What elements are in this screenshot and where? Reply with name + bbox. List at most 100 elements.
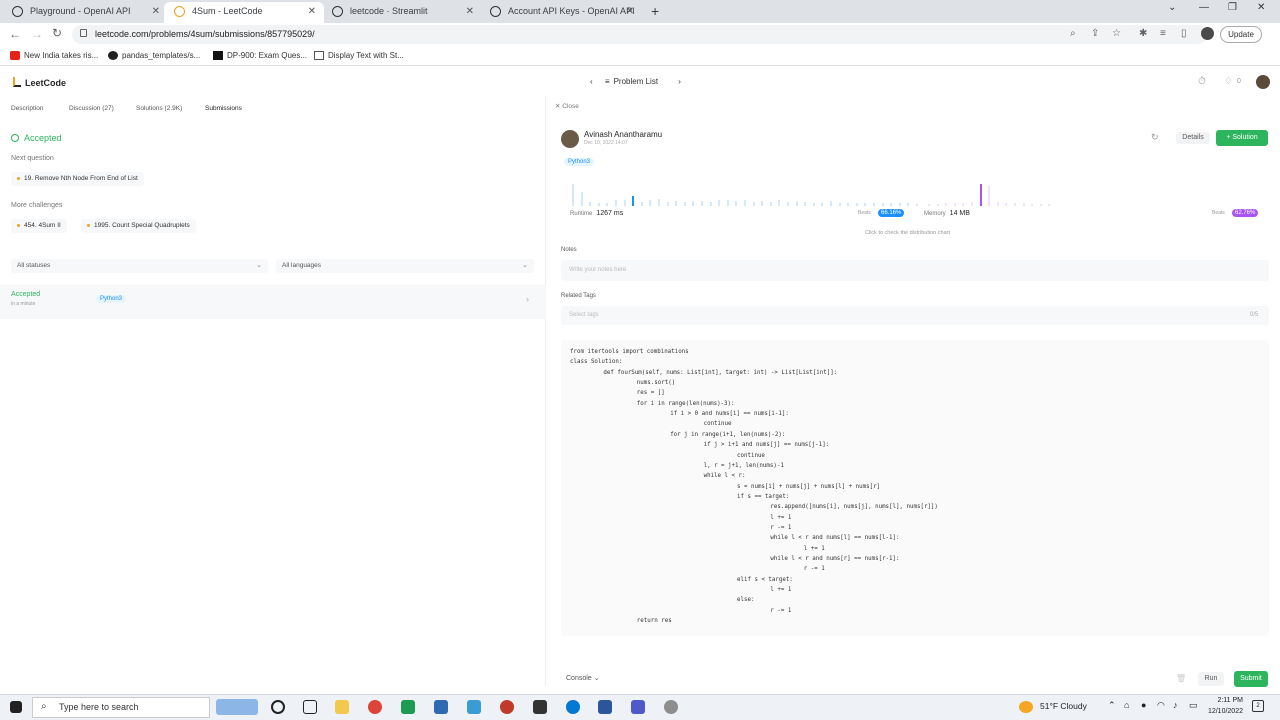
app-icon[interactable] — [467, 700, 481, 714]
exam-icon — [213, 51, 223, 60]
update-button[interactable]: Update — [1220, 26, 1262, 43]
network-icon[interactable]: ⌂ — [1124, 700, 1129, 710]
reload-icon[interactable]: ↻ — [52, 26, 62, 40]
calculator-icon[interactable] — [434, 700, 448, 714]
extensions-icon[interactable]: ✱ — [1139, 28, 1147, 39]
memory-bar — [996, 202, 999, 206]
close-icon[interactable]: ✕ — [466, 2, 474, 21]
wifi-icon[interactable]: ◠ — [1157, 700, 1165, 711]
close-label: Close — [562, 103, 579, 110]
close-window-icon[interactable]: ✕ — [1257, 2, 1265, 13]
minimize-icon[interactable]: — — [1199, 2, 1209, 13]
user-name[interactable]: Avinash Anantharamu — [584, 130, 662, 139]
next-problem-icon[interactable]: › — [678, 77, 681, 86]
trash-icon[interactable]: 🗑 — [1176, 674, 1186, 683]
tab-discussion[interactable]: Discussion (27) — [69, 105, 114, 112]
chevron-down-icon[interactable]: ⌄ — [1168, 2, 1176, 13]
refresh-icon[interactable]: ↻ — [1151, 132, 1159, 143]
challenge-chip[interactable]: 454. 4Sum II — [11, 219, 67, 233]
bookmark-item[interactable]: Display Text with St... — [314, 51, 404, 60]
status-filter[interactable]: All statuses ⌄ — [11, 259, 268, 273]
submission-row[interactable]: Accepted in a minute Python3 › — [0, 285, 546, 319]
runtime-bar — [580, 192, 583, 206]
teams-icon[interactable] — [631, 700, 645, 714]
terminal-icon[interactable] — [533, 700, 547, 714]
close-icon[interactable]: ✕ — [308, 2, 316, 21]
app-icon[interactable] — [500, 700, 514, 714]
runtime-bar — [701, 201, 703, 206]
next-question-chip[interactable]: 19. Remove Nth Node From End of List — [11, 172, 144, 186]
close-icon[interactable]: ✕ — [152, 2, 160, 21]
clock-date[interactable]: 12/10/2022 — [1203, 708, 1243, 715]
submission-time: in a minute — [11, 301, 36, 307]
url-text[interactable]: leetcode.com/problems/4sum/submissions/8… — [95, 29, 315, 39]
language-filter[interactable]: All languages ⌄ — [276, 259, 534, 273]
tags-select[interactable]: Select tags — [561, 306, 1269, 325]
challenge-chip[interactable]: 1995. Count Special Quadruplets — [81, 219, 196, 233]
new-tab-icon[interactable]: + — [651, 3, 659, 19]
tab-description[interactable]: Description — [11, 105, 44, 112]
memory-bar — [936, 204, 939, 206]
tab-playground[interactable]: Playground - OpenAI API ✕ — [2, 2, 168, 23]
tab-api-keys[interactable]: Account API Keys - OpenAI API ✕ — [480, 2, 642, 23]
memory-bar — [971, 202, 973, 206]
search-icon[interactable]: ⌕ — [1070, 28, 1076, 39]
details-button[interactable]: Details — [1176, 132, 1210, 144]
runtime-bar — [623, 200, 626, 206]
windows-start-icon[interactable] — [10, 701, 22, 713]
edge-icon[interactable] — [566, 700, 580, 714]
back-icon[interactable]: ← — [9, 27, 21, 41]
tab-streamlit[interactable]: leetcode · Streamlit ✕ — [322, 2, 482, 23]
problem-list-nav: ‹ ≡ Problem List › — [590, 77, 691, 86]
bookmark-item[interactable]: DP-900: Exam Ques... — [213, 51, 307, 60]
tab-4sum[interactable]: 4Sum - LeetCode ✕ — [164, 2, 324, 23]
code-line: nums.sort() — [636, 380, 676, 387]
avatar[interactable] — [1256, 75, 1270, 89]
runtime-bar — [795, 201, 798, 206]
mic-icon[interactable]: ● — [1141, 700, 1146, 710]
restore-icon[interactable]: ❐ — [1228, 2, 1237, 13]
cortana-icon[interactable] — [271, 700, 285, 714]
weather-text[interactable]: 51°F Cloudy — [1040, 701, 1087, 711]
clock-time[interactable]: 2:11 PM — [1209, 697, 1243, 704]
solution-button[interactable]: + Solution — [1216, 130, 1268, 146]
reading-list-icon[interactable]: ≡ — [1160, 28, 1166, 39]
distribution-link[interactable]: Click to check the distribution chart — [865, 230, 950, 236]
excel-icon[interactable] — [401, 700, 415, 714]
close-icon[interactable]: ✕ — [626, 2, 634, 21]
tab-solutions[interactable]: Solutions (2.9K) — [136, 105, 182, 112]
widget-image-icon[interactable] — [216, 699, 258, 715]
volume-icon[interactable]: ♪ — [1173, 700, 1178, 710]
chatgpt-icon[interactable] — [664, 700, 678, 714]
star-icon[interactable]: ☆ — [1112, 28, 1121, 39]
close-button[interactable]: ✕ Close — [555, 102, 579, 110]
memory-bar — [1005, 203, 1008, 206]
file-explorer-icon[interactable] — [335, 700, 349, 714]
tab-submissions[interactable]: Submissions — [205, 105, 242, 112]
memory-bar — [979, 184, 982, 206]
code-line: s = nums[i] + nums[j] + nums[l] + nums[r… — [737, 483, 881, 490]
prev-problem-icon[interactable]: ‹ — [590, 77, 593, 86]
chrome-icon[interactable] — [368, 700, 382, 714]
console-toggle[interactable]: Console ⌄ — [566, 674, 600, 682]
notification-icon[interactable]: 2 — [1252, 700, 1264, 712]
problem-list-link[interactable]: Problem List — [614, 77, 658, 86]
submit-button[interactable]: Submit — [1234, 671, 1268, 687]
run-button[interactable]: Run — [1198, 672, 1224, 686]
task-view-icon[interactable] — [303, 700, 317, 714]
bookmark-item[interactable]: pandas_templates/s... — [108, 51, 200, 60]
forward-icon[interactable]: → — [31, 27, 43, 41]
beats-label: Beats — [858, 210, 871, 216]
timer-icon[interactable]: ⏱ — [1198, 76, 1206, 87]
notes-input[interactable]: Write your notes here — [561, 260, 1269, 281]
share-icon[interactable]: ⇪ — [1091, 28, 1099, 39]
streak-icon[interactable]: ♢ — [1224, 76, 1233, 87]
taskbar-search[interactable]: Type here to search — [32, 697, 210, 718]
bookmark-item[interactable]: New India takes ris... — [10, 51, 98, 60]
tray-chevron-icon[interactable]: ⌃ — [1108, 700, 1116, 711]
sidepanel-icon[interactable]: ▯ — [1181, 28, 1187, 39]
word-icon[interactable] — [598, 700, 612, 714]
profile-avatar[interactable] — [1201, 27, 1214, 40]
battery-icon[interactable]: ▭ — [1189, 700, 1198, 711]
leetcode-logo[interactable]: LeetCode — [13, 77, 66, 88]
